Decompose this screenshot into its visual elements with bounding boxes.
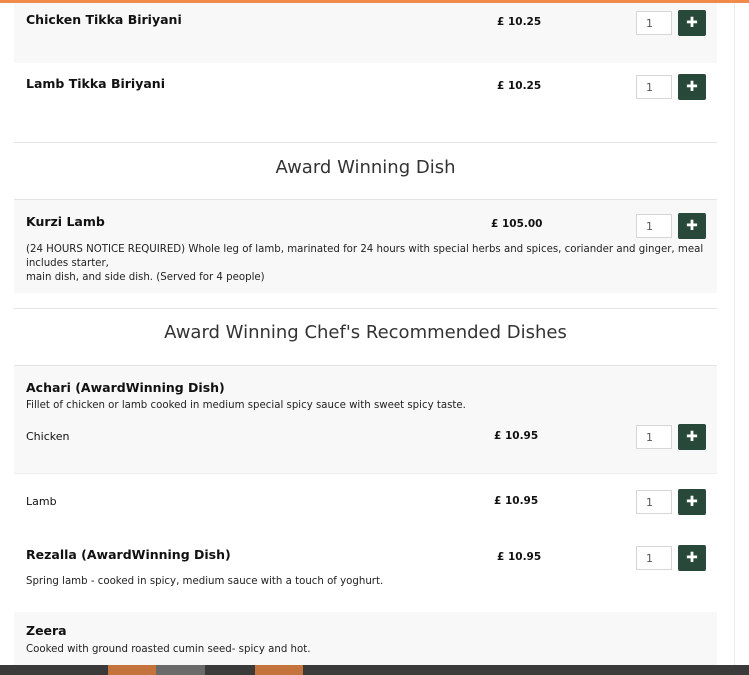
section-title-chef-recommended: Award Winning Chef's Recommended Dishes xyxy=(164,322,567,343)
item-name: Lamb Tikka Biriyani xyxy=(26,76,165,91)
page-scrollbar[interactable] xyxy=(734,3,749,665)
menu-item-kurzi-lamb: Kurzi Lamb £ 105.00 1 ✚ (24 HOURS NOTICE… xyxy=(14,200,717,293)
item-description-line: (24 HOURS NOTICE REQUIRED) Whole leg of … xyxy=(26,244,704,269)
variant-name-lamb: Lamb xyxy=(26,495,57,508)
quantity-input[interactable]: 1 xyxy=(636,214,672,238)
bottom-bar xyxy=(0,665,749,675)
item-name: Kurzi Lamb xyxy=(26,214,105,229)
add-to-cart-button[interactable]: ✚ xyxy=(678,545,706,571)
quantity-input[interactable]: 1 xyxy=(636,490,672,514)
item-price: £ 10.25 xyxy=(497,80,542,92)
item-name: Rezalla (AwardWinning Dish) xyxy=(26,547,231,562)
plus-icon: ✚ xyxy=(686,550,698,566)
plus-icon: ✚ xyxy=(686,15,698,31)
bottom-bar-segment[interactable] xyxy=(255,665,303,675)
add-to-cart-button[interactable]: ✚ xyxy=(678,213,706,239)
plus-icon: ✚ xyxy=(686,494,698,510)
item-price: £ 10.25 xyxy=(497,16,542,28)
quantity-input[interactable]: 1 xyxy=(636,11,672,35)
bottom-bar-segment[interactable] xyxy=(156,665,205,675)
section-divider xyxy=(14,142,717,143)
menu-item-chicken-tikka-biriyani: Chicken Tikka Biriyani £ 10.25 1 ✚ xyxy=(14,3,717,63)
section-title-award-dish: Award Winning Dish xyxy=(275,157,456,178)
item-description: Spring lamb - cooked in spicy, medium sa… xyxy=(26,576,384,587)
item-name: Chicken Tikka Biriyani xyxy=(26,12,182,27)
item-price: £ 10.95 xyxy=(497,551,542,563)
add-to-cart-button[interactable]: ✚ xyxy=(678,489,706,515)
add-to-cart-button[interactable]: ✚ xyxy=(678,74,706,100)
variant-price: £ 10.95 xyxy=(494,495,539,507)
menu-item-rezalla: Rezalla (AwardWinning Dish) £ 10.95 1 ✚ … xyxy=(14,534,717,612)
menu-item-zeera: Zeera Cooked with ground roasted cumin s… xyxy=(14,612,717,665)
item-description: Cooked with ground roasted cumin seed- s… xyxy=(26,644,311,655)
item-name: Achari (AwardWinning Dish) xyxy=(26,380,225,395)
add-to-cart-button[interactable]: ✚ xyxy=(678,424,706,450)
variant-name-chicken: Chicken xyxy=(26,430,70,443)
quantity-input[interactable]: 1 xyxy=(636,546,672,570)
item-description: Fillet of chicken or lamb cooked in medi… xyxy=(26,400,466,411)
variant-price: £ 10.95 xyxy=(494,430,539,442)
variant-row-background xyxy=(14,474,717,534)
section-divider xyxy=(14,308,717,309)
bottom-bar-segment[interactable] xyxy=(108,665,156,675)
quantity-input[interactable]: 1 xyxy=(636,75,672,99)
item-name: Zeera xyxy=(26,623,67,638)
item-description-line: main dish, and side dish. (Served for 4 … xyxy=(26,272,265,283)
menu-item-achari: Achari (AwardWinning Dish) Fillet of chi… xyxy=(14,366,717,534)
plus-icon: ✚ xyxy=(686,429,698,445)
quantity-input[interactable]: 1 xyxy=(636,425,672,449)
plus-icon: ✚ xyxy=(686,79,698,95)
item-price: £ 105.00 xyxy=(491,218,543,230)
item-description: (24 HOURS NOTICE REQUIRED) Whole leg of … xyxy=(26,243,716,285)
plus-icon: ✚ xyxy=(686,218,698,234)
add-to-cart-button[interactable]: ✚ xyxy=(678,10,706,36)
menu-item-lamb-tikka-biriyani: Lamb Tikka Biriyani £ 10.25 1 ✚ xyxy=(14,63,717,142)
